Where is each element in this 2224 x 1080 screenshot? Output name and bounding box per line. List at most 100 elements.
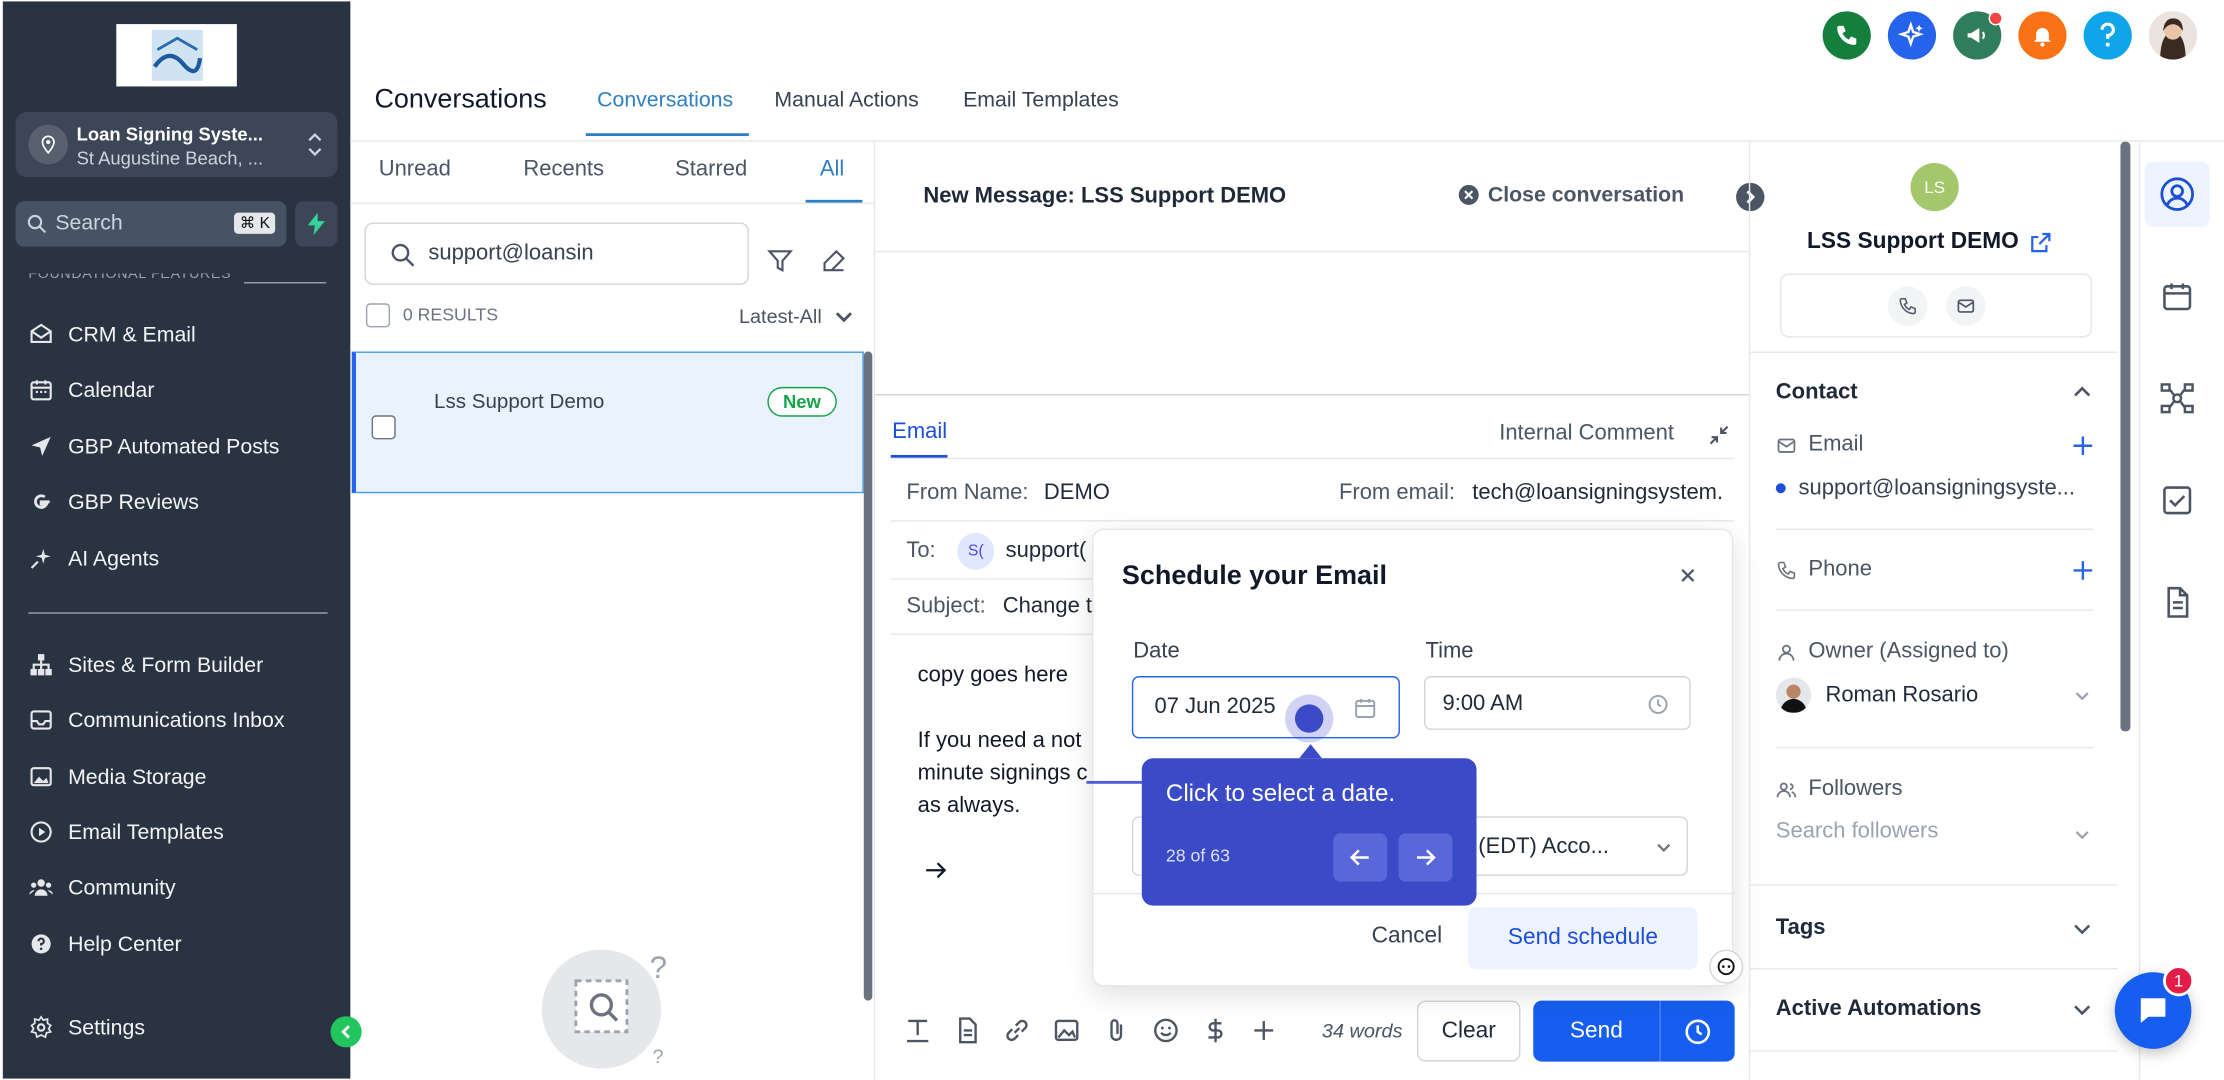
sidebar-item-ai-agents[interactable]: AI Agents: [28, 539, 159, 579]
email-body-line[interactable]: as always.: [918, 794, 1021, 820]
filter-button[interactable]: [765, 245, 796, 276]
to-value[interactable]: support(: [1006, 539, 1087, 565]
tab-manual-actions[interactable]: Manual Actions: [774, 88, 918, 112]
select-all-checkbox[interactable]: [365, 303, 391, 328]
rail-tasks-button[interactable]: [2145, 468, 2210, 533]
sort-dropdown[interactable]: Latest-All: [739, 305, 856, 327]
from-name-value[interactable]: DEMO: [1044, 480, 1110, 506]
send-button[interactable]: Send: [1533, 1000, 1660, 1062]
chat-widget-button[interactable]: 1: [2114, 965, 2195, 1049]
conversation-title: New Message: LSS Support DEMO: [923, 184, 1287, 209]
conversation-search[interactable]: support@loansin: [364, 222, 749, 285]
image-button[interactable]: [1051, 1015, 1082, 1046]
sidebar-item-gbp-posts[interactable]: GBP Automated Posts: [28, 427, 279, 467]
modal-cancel-button[interactable]: Cancel: [1372, 924, 1443, 950]
time-input[interactable]: 9:00 AM: [1424, 676, 1691, 730]
sidebar-item-media[interactable]: Media Storage: [28, 757, 206, 797]
filter-starred[interactable]: Starred: [675, 157, 747, 183]
from-email-value[interactable]: tech@loansigningsystem.: [1472, 480, 1723, 506]
call-contact-button[interactable]: [1887, 286, 1928, 326]
clock-icon: [1685, 1018, 1711, 1044]
rail-opportunities-button[interactable]: [2145, 366, 2210, 431]
email-contact-button[interactable]: [1946, 286, 1986, 326]
list-scrollbar[interactable]: [863, 351, 873, 1001]
sidebar-item-settings[interactable]: Settings: [28, 1008, 145, 1048]
payment-button[interactable]: [1200, 1015, 1231, 1046]
email-body-line[interactable]: minute signings c: [918, 761, 1088, 787]
sidebar-item-calendar[interactable]: Calendar: [28, 370, 154, 410]
chevron-down-icon: [836, 312, 853, 323]
sidebar-item-label: CRM & Email: [68, 322, 196, 347]
user-avatar[interactable]: [2148, 11, 2198, 60]
close-conversation-button[interactable]: Close conversation: [1458, 183, 1684, 207]
tour-hotspot[interactable]: [1285, 694, 1334, 743]
filter-all[interactable]: All: [820, 157, 844, 183]
tour-text: Click to select a date.: [1165, 779, 1396, 807]
composer-tab-internal-comment[interactable]: Internal Comment: [1499, 421, 1674, 447]
contact-email-value[interactable]: support@loansigningsyste...: [1798, 476, 2075, 502]
send-schedule-button[interactable]: Send schedule: [1468, 907, 1698, 970]
filter-unread[interactable]: Unread: [379, 157, 451, 183]
account-switcher[interactable]: Loan Signing Syste... St Augustine Beach…: [15, 111, 338, 178]
notifications-button[interactable]: [2018, 11, 2067, 60]
sidebar: Loan Signing Syste... St Augustine Beach…: [2, 1, 362, 1079]
rail-contact-button[interactable]: [2144, 161, 2210, 227]
add-phone-button[interactable]: [2071, 558, 2094, 581]
email-body-line[interactable]: If you need a not: [918, 729, 1082, 755]
inbox-icon: [30, 710, 52, 730]
phone-label: Phone: [1808, 557, 1873, 582]
sidebar-item-sites[interactable]: Sites & Form Builder: [28, 645, 263, 685]
contact-section-title[interactable]: Contact: [1776, 380, 1858, 406]
play-icon: [30, 821, 52, 843]
sidebar-item-crm-email[interactable]: CRM & Email: [28, 315, 196, 355]
ai-assist-button[interactable]: [1709, 949, 1744, 984]
rail-notes-button[interactable]: [2145, 570, 2210, 635]
help-button[interactable]: [2083, 11, 2132, 60]
attach-button[interactable]: [1101, 1015, 1132, 1046]
add-email-button[interactable]: [2071, 434, 2094, 457]
add-button[interactable]: [1248, 1015, 1279, 1046]
schedule-send-button[interactable]: [1659, 1000, 1735, 1062]
checkbox-icon: [2163, 486, 2192, 515]
tour-next-button[interactable]: [1398, 833, 1453, 882]
email-body-line[interactable]: copy goes here: [918, 663, 1068, 689]
followers-search[interactable]: Search followers: [1776, 819, 2094, 850]
chevron-down-icon: [2075, 692, 2089, 701]
mail-icon: [1777, 437, 1796, 453]
tab-email-templates[interactable]: Email Templates: [963, 88, 1119, 112]
tags-section-title[interactable]: Tags: [1776, 916, 1826, 942]
announcements-button[interactable]: [1953, 11, 2003, 60]
composer-tab-email[interactable]: Email: [892, 420, 947, 446]
list-item[interactable]: Lss Support Demo New: [351, 351, 864, 494]
sidebar-item-help-center[interactable]: Help Center: [28, 924, 182, 964]
template-button[interactable]: [952, 1015, 983, 1046]
quick-action-button[interactable]: [295, 201, 338, 247]
ai-button[interactable]: [1887, 11, 1937, 60]
emoji-button[interactable]: [1150, 1015, 1181, 1046]
subject-value[interactable]: Change t: [1003, 594, 1092, 620]
rail-calendar-button[interactable]: [2145, 264, 2210, 329]
sidebar-item-email-templates[interactable]: Email Templates: [28, 812, 224, 852]
tour-prev-button[interactable]: [1333, 833, 1388, 882]
sidebar-search[interactable]: Search ⌘ K: [15, 201, 287, 247]
sidebar-item-community[interactable]: Community: [28, 867, 176, 907]
filter-recents[interactable]: Recents: [523, 157, 604, 183]
owner-select[interactable]: Roman Rosario: [1775, 677, 2094, 717]
phone-button[interactable]: [1822, 11, 1871, 60]
date-input[interactable]: 07 Jun 2025: [1131, 676, 1400, 739]
sidebar-item-gbp-reviews[interactable]: GBP Reviews: [28, 482, 199, 522]
list-item-checkbox[interactable]: [371, 415, 396, 440]
link-button[interactable]: [1001, 1015, 1032, 1046]
open-contact-button[interactable]: [2025, 228, 2053, 256]
clear-button[interactable]: Clear: [1416, 1000, 1521, 1062]
tab-conversations[interactable]: Conversations: [597, 88, 733, 112]
minimize-composer-button[interactable]: [1705, 421, 1733, 449]
modal-close-button[interactable]: [1678, 566, 1698, 586]
text-format-button[interactable]: [902, 1015, 933, 1046]
panel-divider: [1750, 1050, 2118, 1052]
sidebar-item-inbox[interactable]: Communications Inbox: [28, 700, 284, 740]
contact-panel-scrollbar[interactable]: [2120, 141, 2131, 732]
calendar-icon: [30, 380, 52, 401]
automations-section-title[interactable]: Active Automations: [1776, 996, 1982, 1022]
compose-button[interactable]: [818, 245, 849, 276]
